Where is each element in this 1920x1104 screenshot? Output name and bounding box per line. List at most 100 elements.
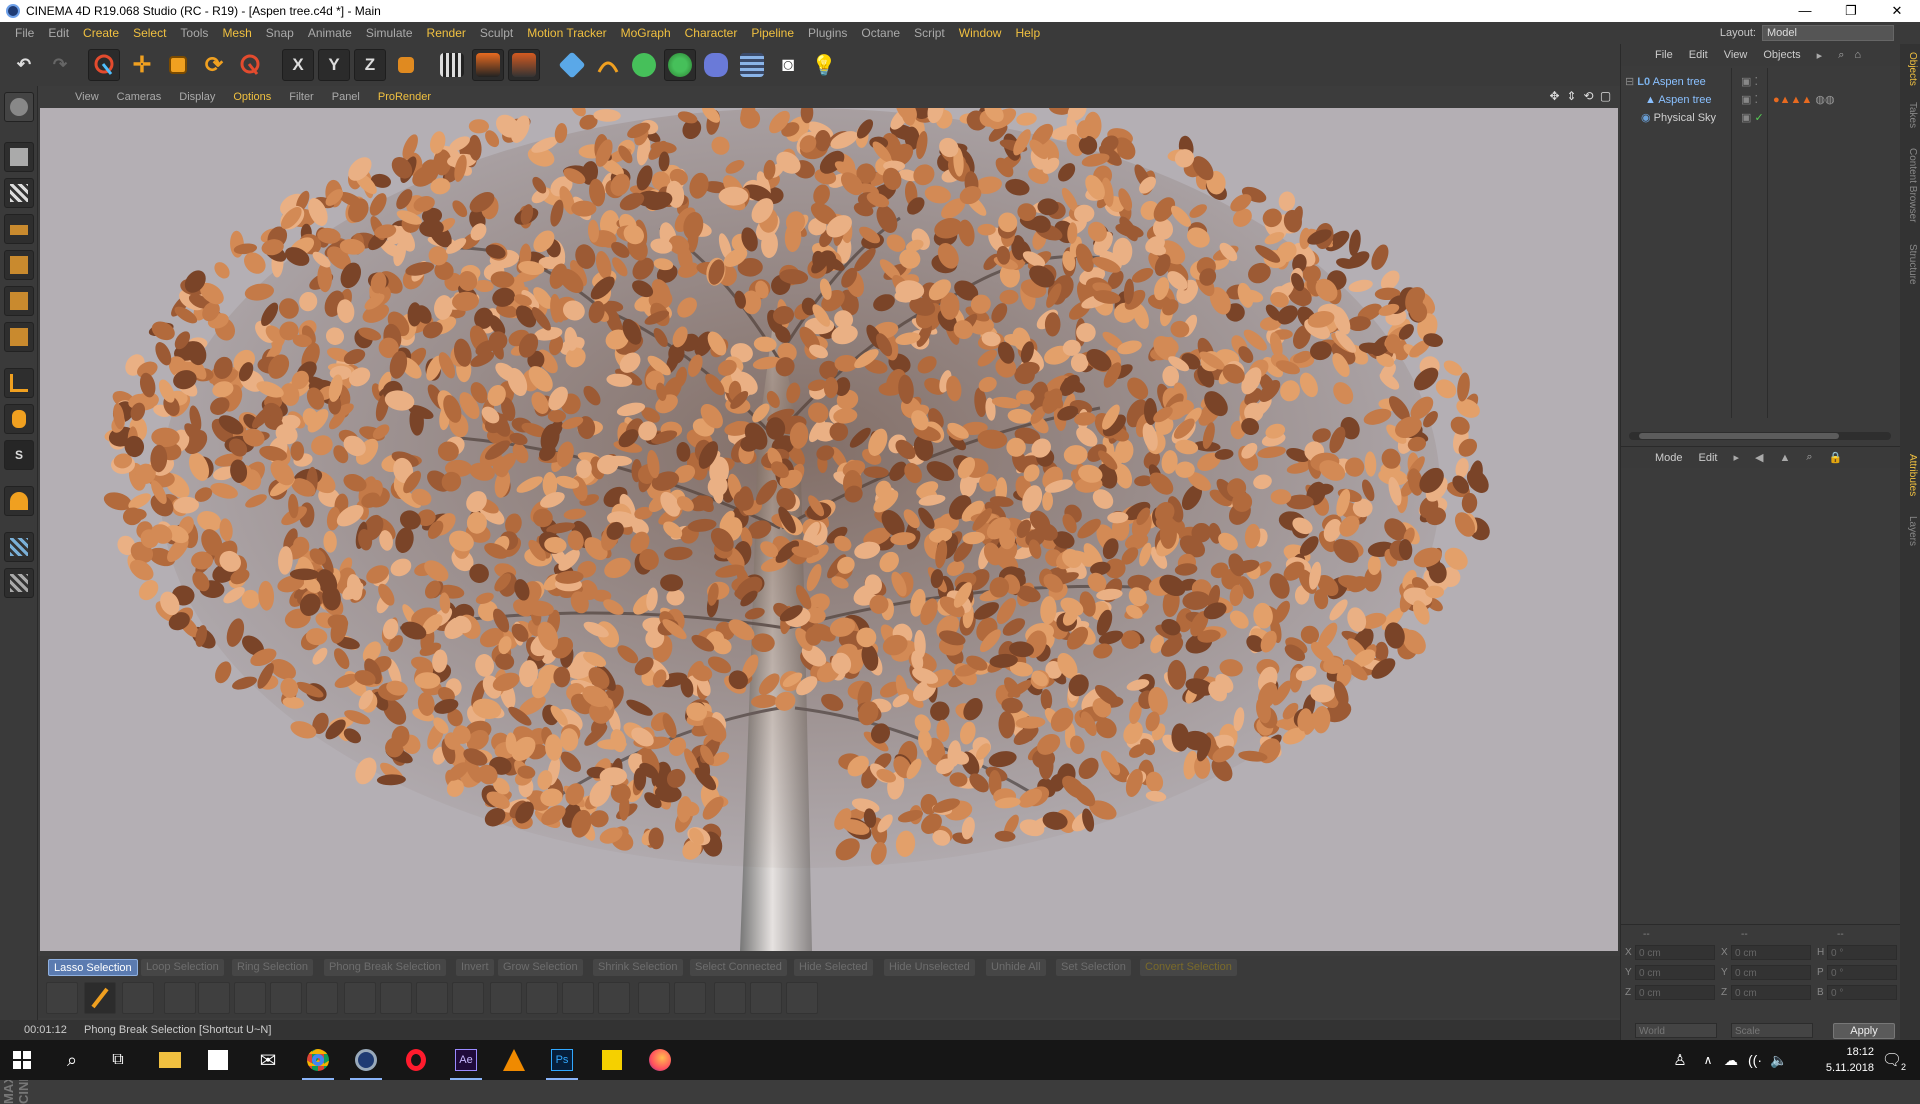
rotation-b-field[interactable]: 0 ° (1827, 985, 1897, 1000)
viewport-menu-view[interactable]: View (66, 91, 108, 103)
volume-button[interactable]: 🔈 (1768, 1044, 1790, 1076)
tool-inner-extrude[interactable] (234, 982, 266, 1014)
menu-sculpt[interactable]: Sculpt (473, 26, 520, 40)
tool-bridge[interactable] (416, 982, 448, 1014)
menu-mesh[interactable]: Mesh (215, 26, 258, 40)
attr-up-arrow-icon[interactable]: ▲ (1772, 452, 1799, 464)
material-tag-icon[interactable]: ●▲▲▲ (1773, 94, 1812, 106)
add-mograph-button[interactable] (664, 49, 696, 81)
tool-dissolve[interactable] (786, 982, 818, 1014)
render-to-picture-viewer-button[interactable] (472, 49, 504, 81)
planar-workplane-button[interactable] (4, 568, 34, 598)
people-button[interactable]: ♙ (1660, 1044, 1700, 1076)
menu-snap[interactable]: Snap (259, 26, 301, 40)
menu-motion-tracker[interactable]: Motion Tracker (520, 26, 613, 40)
render-settings-button[interactable] (508, 49, 540, 81)
action-center-button[interactable]: 🗨 2 (1872, 1044, 1912, 1076)
tweak-mode-button[interactable] (4, 404, 34, 434)
photoshop-button[interactable]: Ps (542, 1044, 582, 1080)
hide-unselected-button[interactable]: Hide Unselected (884, 959, 975, 976)
om-search-icon[interactable]: ⌕ (1830, 49, 1852, 62)
add-subdivision-button[interactable] (628, 49, 660, 81)
om-menu-edit[interactable]: Edit (1681, 49, 1716, 61)
polygons-mode-button[interactable] (4, 322, 34, 352)
attr-search-icon[interactable]: ⌕ (1798, 451, 1820, 464)
y-axis-button[interactable]: Y (318, 49, 350, 81)
close-button[interactable]: ✕ (1874, 0, 1920, 22)
unhide-all-button[interactable]: Unhide All (986, 959, 1046, 976)
menu-tools[interactable]: Tools (173, 26, 215, 40)
size-y-field[interactable]: 0 cm (1731, 965, 1811, 980)
vlc-button[interactable] (494, 1044, 534, 1076)
om-home-icon[interactable]: ⌂ (1852, 49, 1863, 61)
tool-weld[interactable] (490, 982, 522, 1014)
viewport-menu-options[interactable]: Options (224, 91, 280, 103)
tool-spline-pen[interactable] (46, 982, 78, 1014)
om-menu-objects[interactable]: Objects (1755, 49, 1808, 61)
show-hidden-icons-button[interactable]: ∧ (1698, 1044, 1718, 1076)
viewport-menu-filter[interactable]: Filter (280, 91, 322, 103)
select-connected-button[interactable]: Select Connected (690, 959, 787, 976)
add-environment-button[interactable] (736, 49, 768, 81)
firefox-button[interactable] (640, 1044, 680, 1076)
visibility-toggle-icon[interactable]: ▣ ⁚ (1741, 74, 1758, 90)
attr-menu-mode[interactable]: Mode (1647, 452, 1691, 464)
viewport-menu-display[interactable]: Display (170, 91, 224, 103)
om-menu-file[interactable]: File (1647, 49, 1681, 61)
tool-bevel[interactable] (198, 982, 230, 1014)
om-scrollbar-thumb[interactable] (1639, 433, 1839, 439)
snapping-button[interactable]: S (4, 440, 34, 470)
tool-knife[interactable] (122, 982, 154, 1014)
tool-polygon-pen[interactable] (380, 982, 412, 1014)
object-name[interactable]: Aspen tree (1658, 94, 1711, 106)
attr-lock-icon[interactable]: 🔒 (1821, 451, 1851, 464)
start-button[interactable] (2, 1044, 42, 1076)
sticky-notes-button[interactable] (592, 1044, 632, 1076)
object-row-physical-sky[interactable]: ◉ Physical Sky (1641, 110, 1716, 126)
object-name[interactable]: Physical Sky (1654, 112, 1716, 124)
tool-mirror[interactable] (638, 982, 670, 1014)
rotation-h-field[interactable]: 0 ° (1827, 945, 1897, 960)
menu-window[interactable]: Window (952, 26, 1009, 40)
visibility-toggle-icon[interactable]: ▣ ⁚ (1741, 92, 1758, 108)
edges-mode-button[interactable] (4, 286, 34, 316)
points-mode-button[interactable] (4, 250, 34, 280)
position-x-field[interactable]: 0 cm (1635, 945, 1715, 960)
object-row-aspen-tree-null[interactable]: ⊟ L0 Aspen tree (1625, 74, 1706, 90)
recent-tools-button[interactable] (234, 49, 266, 81)
store-button[interactable] (198, 1044, 238, 1076)
tool-matrix-extrude[interactable] (306, 982, 338, 1014)
expand-toggle-icon[interactable]: ⊟ (1625, 76, 1634, 88)
tool-add-point[interactable] (714, 982, 746, 1014)
menu-select[interactable]: Select (126, 26, 173, 40)
size-z-field[interactable]: 0 cm (1731, 985, 1811, 1000)
object-row-aspen-tree-mesh[interactable]: ▲ Aspen tree (1645, 92, 1712, 108)
position-z-field[interactable]: 0 cm (1635, 985, 1715, 1000)
cinema4d-taskbar-button[interactable] (346, 1044, 386, 1080)
tool-line-cut[interactable] (344, 982, 376, 1014)
live-selection-button[interactable] (88, 49, 120, 81)
set-selection-button[interactable]: Set Selection (1056, 959, 1131, 976)
menu-mograph[interactable]: MoGraph (614, 26, 678, 40)
move-view-icon[interactable]: ✥ (1548, 90, 1561, 103)
tool-stitch-sew[interactable] (452, 982, 484, 1014)
viewport-menu-panel[interactable]: Panel (323, 91, 369, 103)
position-y-field[interactable]: 0 cm (1635, 965, 1715, 980)
tool-extrude[interactable] (164, 982, 196, 1014)
tool-melt[interactable] (750, 982, 782, 1014)
visibility-toggle-icon[interactable]: ▣ ✓ (1741, 110, 1764, 126)
task-view-button[interactable]: ⧉ (98, 1044, 138, 1076)
mail-button[interactable]: ✉ (248, 1044, 288, 1076)
menu-animate[interactable]: Animate (301, 26, 359, 40)
menu-file[interactable]: File (8, 26, 41, 40)
menu-render[interactable]: Render (420, 26, 473, 40)
axis-mode-button[interactable] (4, 368, 34, 398)
attr-more-icon[interactable]: ▸ (1726, 451, 1748, 464)
loop-selection-button[interactable]: Loop Selection (141, 959, 224, 976)
menu-edit[interactable]: Edit (41, 26, 76, 40)
workplane-mode-button[interactable] (4, 214, 34, 244)
attr-back-arrow-icon[interactable]: ◀ (1747, 451, 1771, 464)
scale-button[interactable] (162, 49, 194, 81)
add-cube-button[interactable] (556, 49, 588, 81)
lasso-selection-button[interactable]: Lasso Selection (48, 959, 138, 976)
